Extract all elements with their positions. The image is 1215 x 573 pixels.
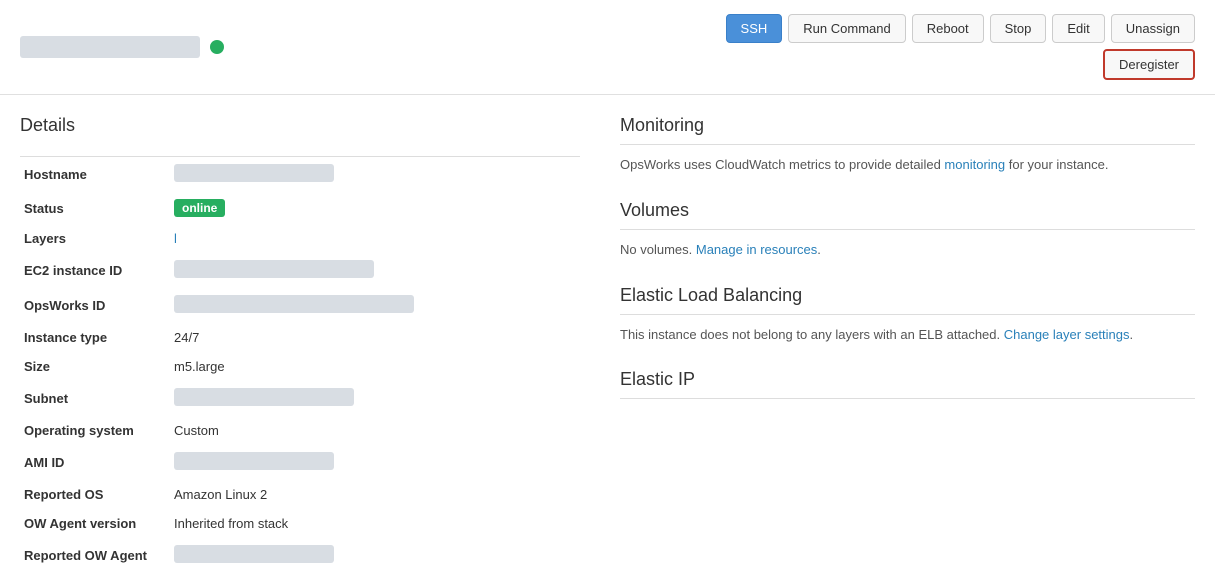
reported-ow-agent-placeholder — [174, 545, 334, 563]
details-section-title: Details — [20, 115, 580, 140]
table-row: Reported OS Amazon Linux 2 — [20, 480, 580, 509]
status-badge: online — [174, 199, 225, 217]
main-content: Details Hostname Status online — [0, 95, 1215, 573]
detail-label: OpsWorks ID — [20, 288, 170, 323]
volumes-text-before: No volumes. — [620, 242, 696, 257]
table-row: Hostname — [20, 157, 580, 192]
header-action-buttons: SSH Run Command Reboot Stop Edit Unassig… — [726, 14, 1195, 80]
ssh-button[interactable]: SSH — [726, 14, 783, 43]
detail-value: m5.large — [170, 352, 580, 381]
header-buttons-row2: Deregister — [726, 49, 1195, 80]
reboot-button[interactable]: Reboot — [912, 14, 984, 43]
table-row: Operating system Custom — [20, 416, 580, 445]
run-command-button[interactable]: Run Command — [788, 14, 905, 43]
detail-label: Reported OS — [20, 480, 170, 509]
manage-in-resources-link[interactable]: Manage in resources — [696, 242, 817, 257]
monitoring-text-after: for your instance. — [1005, 157, 1108, 172]
instance-name-placeholder — [20, 36, 200, 58]
table-row: OpsWorks ID — [20, 288, 580, 323]
table-row: OW Agent version Inherited from stack — [20, 509, 580, 538]
detail-value — [170, 157, 580, 192]
detail-label: Status — [20, 192, 170, 224]
hostname-placeholder — [174, 164, 334, 182]
detail-value: 24/7 — [170, 323, 580, 352]
monitoring-link[interactable]: monitoring — [944, 157, 1005, 172]
detail-value: Amazon Linux 2 — [170, 480, 580, 509]
detail-value: online — [170, 192, 580, 224]
table-row: Size m5.large — [20, 352, 580, 381]
stop-button[interactable]: Stop — [990, 14, 1047, 43]
unassign-button[interactable]: Unassign — [1111, 14, 1195, 43]
right-panel: Monitoring OpsWorks uses CloudWatch metr… — [620, 115, 1195, 573]
detail-value — [170, 381, 580, 416]
page-header: SSH Run Command Reboot Stop Edit Unassig… — [0, 0, 1215, 95]
edit-button[interactable]: Edit — [1052, 14, 1104, 43]
volumes-section: Volumes No volumes. Manage in resources. — [620, 200, 1195, 261]
volumes-title: Volumes — [620, 200, 1195, 230]
opsworks-id-placeholder — [174, 295, 414, 313]
volumes-description: No volumes. Manage in resources. — [620, 240, 1195, 261]
elb-title: Elastic Load Balancing — [620, 285, 1195, 315]
detail-label: EC2 instance ID — [20, 253, 170, 288]
monitoring-text-before: OpsWorks uses CloudWatch metrics to prov… — [620, 157, 944, 172]
table-row: AMI ID — [20, 445, 580, 480]
volumes-text-after: . — [817, 242, 821, 257]
table-row: Status online — [20, 192, 580, 224]
deregister-button[interactable]: Deregister — [1103, 49, 1195, 80]
elb-description: This instance does not belong to any lay… — [620, 325, 1195, 346]
change-layer-settings-link[interactable]: Change layer settings — [1004, 327, 1130, 342]
detail-label: AMI ID — [20, 445, 170, 480]
details-table: Hostname Status online Layers l — [20, 157, 580, 573]
detail-value: l — [170, 224, 580, 253]
table-row: Subnet — [20, 381, 580, 416]
status-indicator-dot — [210, 40, 224, 54]
elb-text-after: . — [1130, 327, 1134, 342]
ami-id-placeholder — [174, 452, 334, 470]
detail-label: Subnet — [20, 381, 170, 416]
header-buttons-row1: SSH Run Command Reboot Stop Edit Unassig… — [726, 14, 1195, 43]
detail-value — [170, 253, 580, 288]
detail-label: OW Agent version — [20, 509, 170, 538]
detail-label: Instance type — [20, 323, 170, 352]
instance-name-block — [20, 36, 224, 58]
table-row: EC2 instance ID — [20, 253, 580, 288]
monitoring-title: Monitoring — [620, 115, 1195, 145]
table-row: Layers l — [20, 224, 580, 253]
elb-section: Elastic Load Balancing This instance doe… — [620, 285, 1195, 346]
elb-text-before: This instance does not belong to any lay… — [620, 327, 1004, 342]
detail-label: Operating system — [20, 416, 170, 445]
elastic-ip-title: Elastic IP — [620, 369, 1195, 399]
detail-value: Custom — [170, 416, 580, 445]
monitoring-section: Monitoring OpsWorks uses CloudWatch metr… — [620, 115, 1195, 176]
ec2-id-placeholder — [174, 260, 374, 278]
detail-label: Size — [20, 352, 170, 381]
detail-value: Inherited from stack — [170, 509, 580, 538]
monitoring-description: OpsWorks uses CloudWatch metrics to prov… — [620, 155, 1195, 176]
details-panel: Details Hostname Status online — [20, 115, 580, 573]
subnet-placeholder — [174, 388, 354, 406]
detail-value — [170, 445, 580, 480]
table-row: Instance type 24/7 — [20, 323, 580, 352]
elastic-ip-section: Elastic IP — [620, 369, 1195, 399]
detail-label: Layers — [20, 224, 170, 253]
layers-link[interactable]: l — [174, 231, 177, 246]
detail-value — [170, 288, 580, 323]
detail-label: Hostname — [20, 157, 170, 192]
